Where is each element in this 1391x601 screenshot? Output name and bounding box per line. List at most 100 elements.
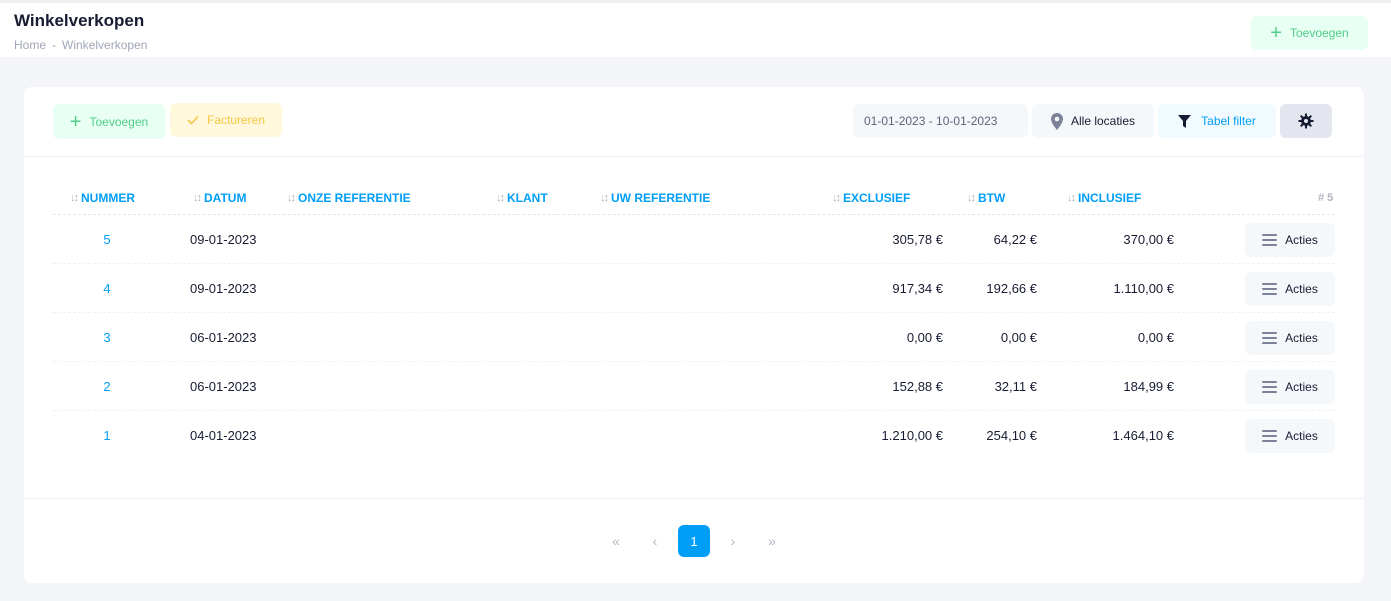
menu-icon <box>1262 381 1278 393</box>
row-exclusive: 152,88 € <box>892 379 943 394</box>
pagination: « ‹ 1 › » <box>24 525 1364 557</box>
last-page-button[interactable]: » <box>756 525 788 557</box>
add-button[interactable]: + Toevoegen <box>53 104 165 139</box>
row-number-link[interactable]: 3 <box>87 330 127 345</box>
invoice-button-label: Factureren <box>206 113 266 127</box>
sort-icon: ↓↕ <box>193 192 202 204</box>
top-header: Winkelverkopen Home - Winkelverkopen + T… <box>0 0 1391 57</box>
settings-button[interactable] <box>1280 104 1332 138</box>
sort-icon: ↓↕ <box>1067 192 1076 204</box>
menu-icon <box>1262 234 1278 246</box>
column-header-onze-referentie[interactable]: ↓↕ ONZE REFERENTIE <box>287 191 411 205</box>
column-header-exclusief[interactable]: ↓↕ EXCLUSIEF <box>832 191 910 205</box>
row-vat: 64,22 € <box>993 232 1037 247</box>
row-inclusive: 184,99 € <box>1123 379 1174 394</box>
column-header-label: BTW <box>978 191 1006 205</box>
column-header-label: NUMMER <box>81 191 135 205</box>
row-inclusive: 1.110,00 € <box>1113 281 1174 296</box>
header-add-button[interactable]: + Toevoegen <box>1251 16 1368 50</box>
column-header-datum[interactable]: ↓↕ DATUM <box>193 191 246 205</box>
location-pin-icon <box>1050 112 1063 130</box>
row-date: 09-01-2023 <box>190 281 257 296</box>
sales-card: + Toevoegen Factureren 01-01-2023 - 10-0… <box>24 87 1364 583</box>
actions-label: Acties <box>1285 282 1318 296</box>
row-date: 06-01-2023 <box>190 379 257 394</box>
row-number-link[interactable]: 1 <box>87 428 127 443</box>
sort-icon: ↓↕ <box>600 192 609 204</box>
column-header-label: ONZE REFERENTIE <box>298 191 411 205</box>
row-vat: 254,10 € <box>986 428 1037 443</box>
row-vat: 32,11 € <box>994 379 1037 394</box>
actions-button[interactable]: Acties <box>1245 370 1335 404</box>
date-range-picker[interactable]: 01-01-2023 - 10-01-2023 <box>853 104 1028 138</box>
column-header-uw-referentie[interactable]: ↓↕ UW REFERENTIE <box>600 191 710 205</box>
breadcrumb: Home - Winkelverkopen <box>14 38 147 52</box>
actions-button[interactable]: Acties <box>1245 321 1335 355</box>
actions-label: Acties <box>1285 233 1318 247</box>
column-header-inclusief[interactable]: ↓↕ INCLUSIEF <box>1067 191 1141 205</box>
row-vat: 0,00 € <box>1000 330 1037 345</box>
actions-button[interactable]: Acties <box>1245 419 1335 453</box>
table-row: 3 06-01-2023 0,00 € 0,00 € 0,00 € Acties <box>53 313 1335 362</box>
page-1-button[interactable]: 1 <box>678 525 710 557</box>
row-exclusive: 1.210,00 € <box>881 428 943 443</box>
sort-icon: ↓↕ <box>70 192 79 204</box>
actions-button[interactable]: Acties <box>1245 272 1335 306</box>
table-filter-button[interactable]: Tabel filter <box>1158 104 1276 138</box>
table-row: 4 09-01-2023 917,34 € 192,66 € 1.110,00 … <box>53 264 1335 313</box>
sort-icon: ↓↕ <box>967 192 976 204</box>
location-label: Alle locaties <box>1070 114 1136 128</box>
menu-icon <box>1262 332 1278 344</box>
breadcrumb-current: Winkelverkopen <box>62 38 148 52</box>
table-row: 1 04-01-2023 1.210,00 € 254,10 € 1.464,1… <box>53 411 1335 460</box>
column-header-btw[interactable]: ↓↕ BTW <box>967 191 1005 205</box>
add-button-label: Toevoegen <box>89 114 149 129</box>
row-inclusive: 0,00 € <box>1137 330 1174 345</box>
column-header-label: KLANT <box>507 191 548 205</box>
row-inclusive: 1.464,10 € <box>1112 428 1174 443</box>
column-header-label: UW REFERENTIE <box>611 191 711 205</box>
row-number-link[interactable]: 5 <box>87 232 127 247</box>
actions-button[interactable]: Acties <box>1245 223 1335 257</box>
row-exclusive: 305,78 € <box>892 232 943 247</box>
row-exclusive: 0,00 € <box>906 330 943 345</box>
previous-page-button[interactable]: ‹ <box>639 525 671 557</box>
column-header-label: EXCLUSIEF <box>843 191 911 205</box>
row-vat: 192,66 € <box>986 281 1037 296</box>
sort-icon: ↓↕ <box>832 192 841 204</box>
card-toolbar: + Toevoegen Factureren 01-01-2023 - 10-0… <box>24 87 1364 157</box>
breadcrumb-separator: - <box>52 38 57 52</box>
row-number-link[interactable]: 2 <box>87 379 127 394</box>
row-date: 06-01-2023 <box>190 330 257 345</box>
plus-icon: + <box>69 110 82 133</box>
page-title: Winkelverkopen <box>14 11 145 30</box>
menu-icon <box>1262 283 1278 295</box>
row-exclusive: 917,34 € <box>892 281 943 296</box>
column-header-klant[interactable]: ↓↕ KLANT <box>496 191 548 205</box>
filter-icon <box>1178 114 1192 128</box>
gear-icon <box>1298 113 1314 129</box>
column-header-label: DATUM <box>204 191 247 205</box>
header-add-label: Toevoegen <box>1289 26 1349 40</box>
sort-icon: ↓↕ <box>496 192 505 204</box>
row-date: 04-01-2023 <box>190 428 257 443</box>
row-date: 09-01-2023 <box>190 232 257 247</box>
table-row: 5 09-01-2023 305,78 € 64,22 € 370,00 € A… <box>53 215 1335 264</box>
menu-icon <box>1262 430 1278 442</box>
breadcrumb-home[interactable]: Home <box>14 38 46 52</box>
check-icon <box>187 115 199 125</box>
row-count: # 5 <box>1318 192 1334 204</box>
column-header-label: INCLUSIEF <box>1078 191 1142 205</box>
location-select[interactable]: Alle locaties <box>1032 104 1154 138</box>
first-page-button[interactable]: « <box>600 525 632 557</box>
column-header-nummer[interactable]: ↓↕ NUMMER <box>70 191 135 205</box>
table-filter-label: Tabel filter <box>1201 114 1256 128</box>
sort-icon: ↓↕ <box>287 192 296 204</box>
actions-label: Acties <box>1285 380 1318 394</box>
row-number-link[interactable]: 4 <box>87 281 127 296</box>
invoice-button[interactable]: Factureren <box>170 103 282 137</box>
card-footer-divider <box>24 498 1364 499</box>
plus-icon: + <box>1270 22 1282 44</box>
next-page-button[interactable]: › <box>717 525 749 557</box>
row-inclusive: 370,00 € <box>1123 232 1174 247</box>
